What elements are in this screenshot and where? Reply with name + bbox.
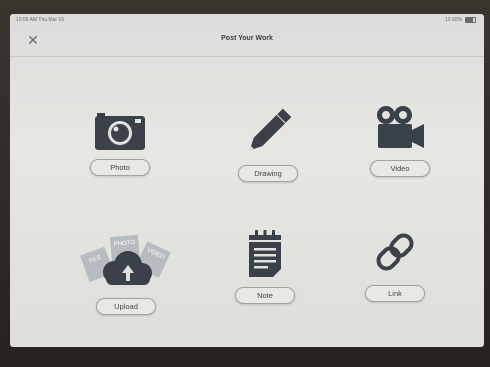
battery-icon xyxy=(465,17,476,23)
option-drawing[interactable]: Drawing xyxy=(208,107,328,207)
option-upload[interactable]: FILE PHOTO VIDEO Upload xyxy=(66,232,186,332)
notepad-icon xyxy=(249,230,281,277)
nav-bar: ✕ Post Your Work xyxy=(10,26,484,57)
option-photo-button[interactable]: Photo xyxy=(90,159,150,176)
option-link[interactable]: Link xyxy=(335,227,455,327)
status-bar: 10:55 AM Thu Mar 16 10 60% xyxy=(10,14,484,26)
option-link-button[interactable]: Link xyxy=(365,285,425,302)
pencil-icon xyxy=(249,108,292,151)
option-note[interactable]: Note xyxy=(205,229,325,329)
option-video-button[interactable]: Video xyxy=(370,160,430,177)
battery-text: 10 60% xyxy=(445,17,462,23)
option-photo[interactable]: Photo xyxy=(60,107,180,207)
cloud-upload-icon: FILE PHOTO VIDEO xyxy=(80,234,171,285)
option-drawing-button[interactable]: Drawing xyxy=(238,165,298,182)
video-camera-icon xyxy=(377,106,424,148)
status-right-group: 10 60% xyxy=(445,17,476,23)
option-note-button[interactable]: Note xyxy=(235,287,295,304)
option-upload-button[interactable]: Upload xyxy=(96,298,156,315)
status-time-date: 10:55 AM Thu Mar 16 xyxy=(16,17,64,23)
camera-icon xyxy=(95,113,145,150)
page-title: Post Your Work xyxy=(221,35,273,42)
link-icon xyxy=(376,233,414,271)
app-screen: 10:55 AM Thu Mar 16 10 60% ✕ Post Your W… xyxy=(10,14,484,347)
option-video[interactable]: Video xyxy=(340,104,460,204)
